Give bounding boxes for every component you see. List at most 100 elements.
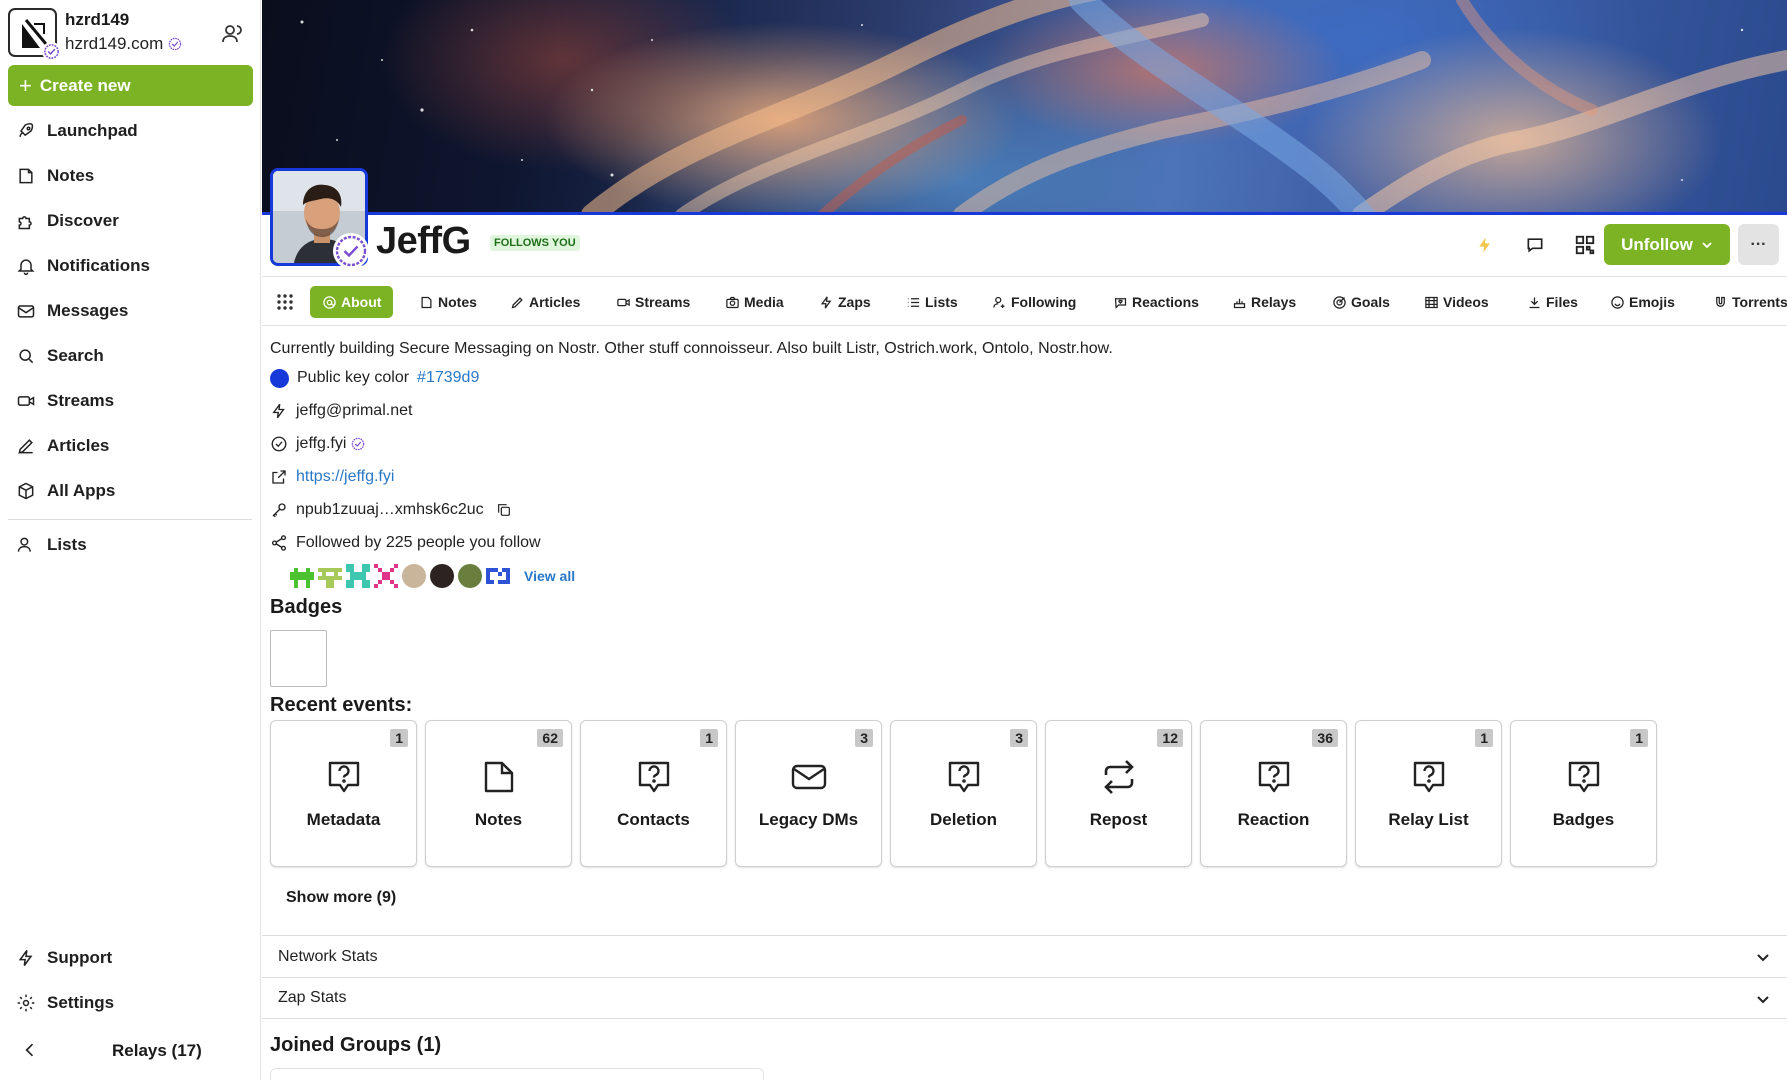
event-count: 36 xyxy=(1312,729,1338,747)
event-card-relay-list[interactable]: 1 Relay List xyxy=(1355,720,1502,867)
tab-label: Torrents xyxy=(1732,294,1787,310)
event-card-legacy-dms[interactable]: 3 Legacy DMs xyxy=(735,720,882,867)
website-link[interactable]: https://jeffg.fyi xyxy=(296,468,394,486)
message-button[interactable] xyxy=(1514,224,1555,265)
event-card-contacts[interactable]: 1 Contacts xyxy=(580,720,727,867)
tab-lists[interactable]: Lists xyxy=(902,286,962,318)
tab-about[interactable]: About xyxy=(310,286,394,318)
lightning-address[interactable]: jeffg@primal.net xyxy=(296,402,412,420)
chevron-down-icon xyxy=(1757,996,1769,1004)
account-domain-text: hzrd149.com xyxy=(65,34,164,53)
follower-avatar[interactable] xyxy=(290,564,314,588)
npub-row: npub1zuuaj…xmhsk6c2uc xyxy=(270,497,512,523)
profile-tabs: About Notes Articles Streams Media Zaps xyxy=(262,276,1787,326)
box-icon xyxy=(18,482,34,500)
create-new-button[interactable]: + Create new xyxy=(8,65,253,106)
followed-by-row: Followed by 225 people you follow xyxy=(270,530,541,556)
event-count: 1 xyxy=(1630,729,1648,747)
network-stats-accordion[interactable]: Network Stats xyxy=(262,935,1787,977)
switch-account-icon[interactable] xyxy=(220,22,244,46)
event-card-repost[interactable]: 12 Repost xyxy=(1045,720,1192,867)
users-icon xyxy=(17,537,31,552)
lightning-icon xyxy=(1478,237,1490,252)
chat-bubble-icon xyxy=(1527,237,1542,252)
sidebar: hzrd149 hzrd149.com + Create new Launchp… xyxy=(0,0,261,1080)
tab-label: Following xyxy=(1011,294,1077,310)
show-more-button[interactable]: Show more (9) xyxy=(286,889,396,907)
sidebar-item-label: Streams xyxy=(47,391,115,410)
follower-avatar[interactable] xyxy=(374,564,398,588)
sidebar-item-label: Search xyxy=(47,346,104,365)
accordion-title: Network Stats xyxy=(278,947,378,965)
sidebar-item-streams[interactable]: Streams xyxy=(16,386,114,416)
tab-streams[interactable]: Streams xyxy=(612,286,694,318)
grid-menu-icon[interactable] xyxy=(276,293,296,313)
event-card-reaction[interactable]: 36 Reaction xyxy=(1200,720,1347,867)
tab-torrents[interactable]: Torrents xyxy=(1709,286,1787,318)
video-icon xyxy=(17,396,35,406)
group-card[interactable] xyxy=(270,1068,764,1080)
tab-zaps[interactable]: Zaps xyxy=(815,286,875,318)
event-label: Notes xyxy=(474,810,523,829)
profile-name: JeffG xyxy=(376,220,471,262)
rocket-icon xyxy=(19,123,34,137)
tab-reactions[interactable]: Reactions xyxy=(1109,286,1203,318)
sidebar-item-label: Articles xyxy=(47,436,110,455)
follower-avatar[interactable] xyxy=(486,564,510,588)
tab-articles[interactable]: Articles xyxy=(506,286,584,318)
sidebar-item-messages[interactable]: Messages xyxy=(16,296,128,326)
sidebar-item-all-apps[interactable]: All Apps xyxy=(16,476,115,506)
event-count: 1 xyxy=(390,729,408,747)
sidebar-item-label: Messages xyxy=(47,301,129,320)
sidebar-item-notes[interactable]: Notes xyxy=(16,161,94,191)
tab-notes[interactable]: Notes xyxy=(415,286,481,318)
sidebar-item-articles[interactable]: Articles xyxy=(16,431,109,461)
sidebar-item-lists[interactable]: Lists xyxy=(16,530,87,560)
sidebar-item-search[interactable]: Search xyxy=(16,341,104,371)
view-all-link[interactable]: View all xyxy=(524,568,575,584)
zap-stats-accordion[interactable]: Zap Stats xyxy=(262,977,1787,1019)
follower-avatar[interactable] xyxy=(346,564,370,588)
relays-button[interactable]: Relays (17) xyxy=(112,1041,202,1061)
sidebar-item-settings[interactable]: Settings xyxy=(16,988,114,1018)
sidebar-item-support[interactable]: Support xyxy=(16,943,112,973)
follower-avatar[interactable] xyxy=(402,564,426,588)
relay-icon xyxy=(1233,298,1246,308)
chevron-left-icon[interactable] xyxy=(20,1040,40,1060)
event-card-badges[interactable]: 1 Badges xyxy=(1510,720,1657,867)
sidebar-item-notifications[interactable]: Notifications xyxy=(16,251,150,281)
tab-label: Videos xyxy=(1443,294,1489,310)
sidebar-item-label: Lists xyxy=(47,535,87,554)
tab-label: Media xyxy=(744,294,784,310)
note-icon xyxy=(19,168,33,184)
unfollow-button[interactable]: Unfollow xyxy=(1604,224,1730,265)
tab-goals[interactable]: Goals xyxy=(1328,286,1394,318)
follower-avatar[interactable] xyxy=(318,564,342,588)
sidebar-item-label: Support xyxy=(47,948,113,967)
more-options-button[interactable]: ··· xyxy=(1738,224,1779,265)
tab-relays[interactable]: Relays xyxy=(1228,286,1300,318)
sidebar-item-discover[interactable]: Discover xyxy=(16,206,119,236)
tab-videos[interactable]: Videos xyxy=(1420,286,1493,318)
tab-label: Relays xyxy=(1251,294,1297,310)
sidebar-item-launchpad[interactable]: Launchpad xyxy=(16,116,138,146)
app: hzrd149 hzrd149.com + Create new Launchp… xyxy=(0,0,1787,1080)
account-switcher[interactable]: hzrd149 hzrd149.com xyxy=(8,8,253,61)
event-card-deletion[interactable]: 3 Deletion xyxy=(890,720,1037,867)
follower-avatar[interactable] xyxy=(430,564,454,588)
pubkey-color-value: #1739d9 xyxy=(417,369,480,386)
qr-code-button[interactable] xyxy=(1564,224,1605,265)
tab-label: Streams xyxy=(635,294,691,310)
tab-emojis[interactable]: Emojis xyxy=(1606,286,1679,318)
event-card-metadata[interactable]: 1 Metadata xyxy=(270,720,417,867)
badges-heading: Badges xyxy=(270,596,343,618)
follower-avatar[interactable] xyxy=(458,564,482,588)
sidebar-item-label: Launchpad xyxy=(47,121,138,140)
badge-placeholder[interactable] xyxy=(270,630,327,687)
copy-icon[interactable] xyxy=(496,502,512,518)
tab-following[interactable]: Following xyxy=(988,286,1080,318)
tab-files[interactable]: Files xyxy=(1523,286,1582,318)
zap-button[interactable] xyxy=(1464,224,1505,265)
tab-media[interactable]: Media xyxy=(721,286,788,318)
event-card-notes[interactable]: 62 Notes xyxy=(425,720,572,867)
